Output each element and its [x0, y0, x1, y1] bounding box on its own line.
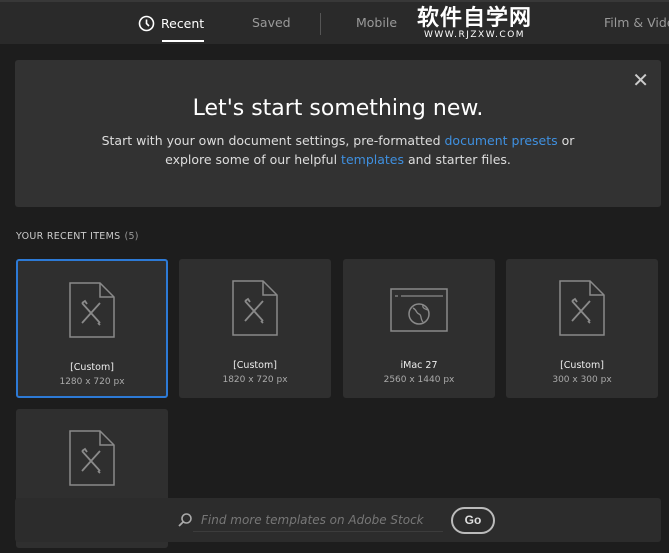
item-name: [Custom]: [560, 360, 604, 371]
top-tab-bar: Recent Saved Mobile Film & Vide 软件自学网 WW…: [0, 0, 669, 44]
hero-text: Start with your own document settings, p…: [101, 133, 575, 167]
recent-item-card[interactable]: iMac 27 2560 x 1440 px: [343, 259, 495, 398]
tab-film-video[interactable]: Film & Vide: [604, 15, 669, 30]
item-size: 300 x 300 px: [552, 375, 612, 385]
recent-item-card[interactable]: [Custom] 300 x 300 px: [506, 259, 658, 398]
hero-title: Let's start something new.: [192, 96, 484, 121]
item-name: iMac 27: [400, 360, 438, 371]
document-icon: [69, 282, 115, 338]
document-icon: [559, 280, 605, 336]
web-preset-icon: [390, 288, 448, 332]
stock-search-input[interactable]: Find more templates on Adobe Stock: [193, 508, 443, 532]
recent-items-heading: YOUR RECENT ITEMS (5): [16, 231, 139, 242]
search-icon: [178, 513, 192, 527]
item-size: 1280 x 720 px: [59, 377, 125, 387]
recent-item-card[interactable]: [Custom] 1280 x 720 px: [16, 259, 168, 398]
tab-saved[interactable]: Saved: [252, 15, 291, 30]
item-size: 2560 x 1440 px: [383, 375, 455, 385]
tab-divider: [320, 13, 321, 35]
item-name: [Custom]: [233, 360, 277, 371]
watermark: 软件自学网 WWW.RJZXW.COM: [417, 6, 533, 40]
item-size: 1820 x 720 px: [222, 375, 288, 385]
item-name: [Custom]: [70, 362, 114, 373]
templates-link[interactable]: templates: [341, 152, 404, 167]
tab-recent[interactable]: Recent: [138, 15, 205, 42]
clock-icon: [138, 15, 155, 32]
document-icon: [232, 280, 278, 336]
tab-mobile[interactable]: Mobile: [356, 15, 397, 30]
recent-item-card[interactable]: [Custom] 1820 x 720 px: [179, 259, 331, 398]
document-icon: [69, 430, 115, 486]
welcome-panel: ✕ Let's start something new. Start with …: [15, 60, 661, 207]
go-button[interactable]: Go: [451, 507, 495, 534]
stock-search-bar: Find more templates on Adobe Stock Go: [15, 498, 661, 542]
document-presets-link[interactable]: document presets: [444, 133, 557, 148]
close-icon[interactable]: ✕: [632, 68, 649, 92]
